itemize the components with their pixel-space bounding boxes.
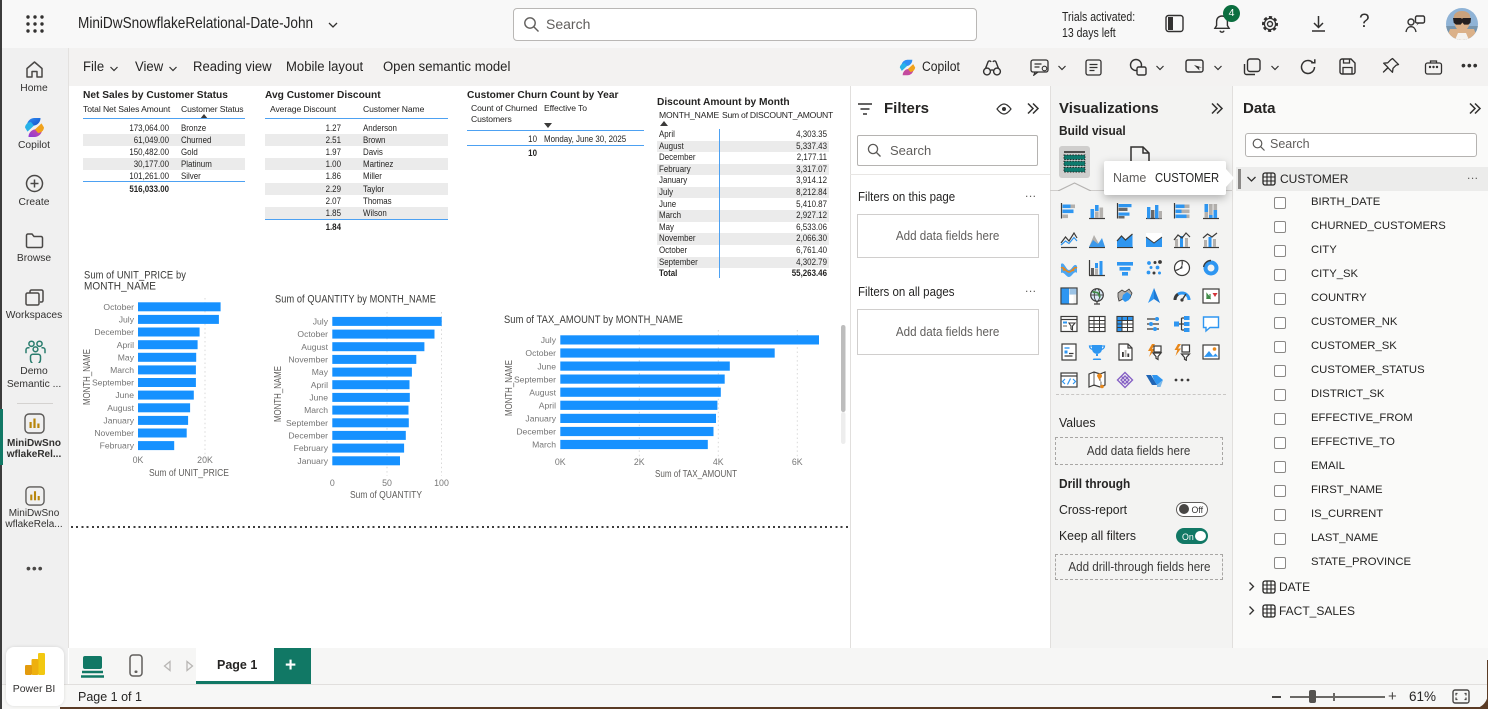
svg-text:November: November [94,428,134,438]
svg-text:April: April [539,401,556,411]
svg-text:MONTH_NAME: MONTH_NAME [82,349,93,405]
svg-text:0K: 0K [133,455,144,465]
svg-text:0: 0 [330,478,335,488]
svg-text:Sum of TAX_AMOUNT by MONTH_NAM: Sum of TAX_AMOUNT by MONTH_NAME [504,314,683,326]
svg-text:June: June [115,390,134,400]
svg-text:July: July [119,315,135,325]
svg-text:Sum of TAX_AMOUNT: Sum of TAX_AMOUNT [655,469,737,480]
svg-text:March: March [110,365,134,375]
svg-text:November: November [288,355,328,365]
svg-text:December: December [94,327,134,337]
svg-text:50: 50 [382,478,392,488]
svg-text:Sum of QUANTITY: Sum of QUANTITY [350,490,422,501]
svg-text:June: June [537,361,556,371]
svg-text:MONTH_NAME: MONTH_NAME [273,366,284,422]
svg-text:100: 100 [434,478,449,488]
svg-text:April: April [311,380,328,390]
svg-text:December: December [288,431,328,441]
svg-text:June: June [309,393,328,403]
svg-text:February: February [294,443,329,453]
svg-text:September: September [514,374,556,384]
svg-text:20K: 20K [197,455,213,465]
svg-text:October: October [525,348,556,358]
svg-text:August: August [301,342,328,352]
svg-text:4K: 4K [713,457,724,467]
svg-text:October: October [103,302,134,312]
svg-text:July: July [541,335,557,345]
svg-text:Sum of QUANTITY by MONTH_NAME: Sum of QUANTITY by MONTH_NAME [275,294,436,306]
svg-text:July: July [313,317,329,327]
svg-text:May: May [118,352,135,362]
svg-text:August: August [529,387,556,397]
svg-text:MONTH_NAME: MONTH_NAME [84,281,156,293]
svg-text:January: January [297,456,328,466]
svg-text:January: January [525,414,556,424]
svg-text:Sum of UNIT_PRICE: Sum of UNIT_PRICE [149,468,229,479]
svg-text:August: August [107,403,134,413]
svg-text:0K: 0K [555,457,566,467]
svg-text:May: May [312,367,329,377]
svg-text:MONTH_NAME: MONTH_NAME [504,360,515,416]
svg-text:January: January [103,416,134,426]
svg-text:September: September [92,378,134,388]
svg-text:September: September [286,418,328,428]
svg-text:December: December [516,427,556,437]
svg-text:April: April [117,340,134,350]
svg-text:6K: 6K [792,457,803,467]
svg-text:February: February [100,441,135,451]
svg-text:October: October [297,329,328,339]
svg-text:March: March [532,440,556,450]
svg-text:2K: 2K [634,457,645,467]
svg-text:March: March [304,405,328,415]
